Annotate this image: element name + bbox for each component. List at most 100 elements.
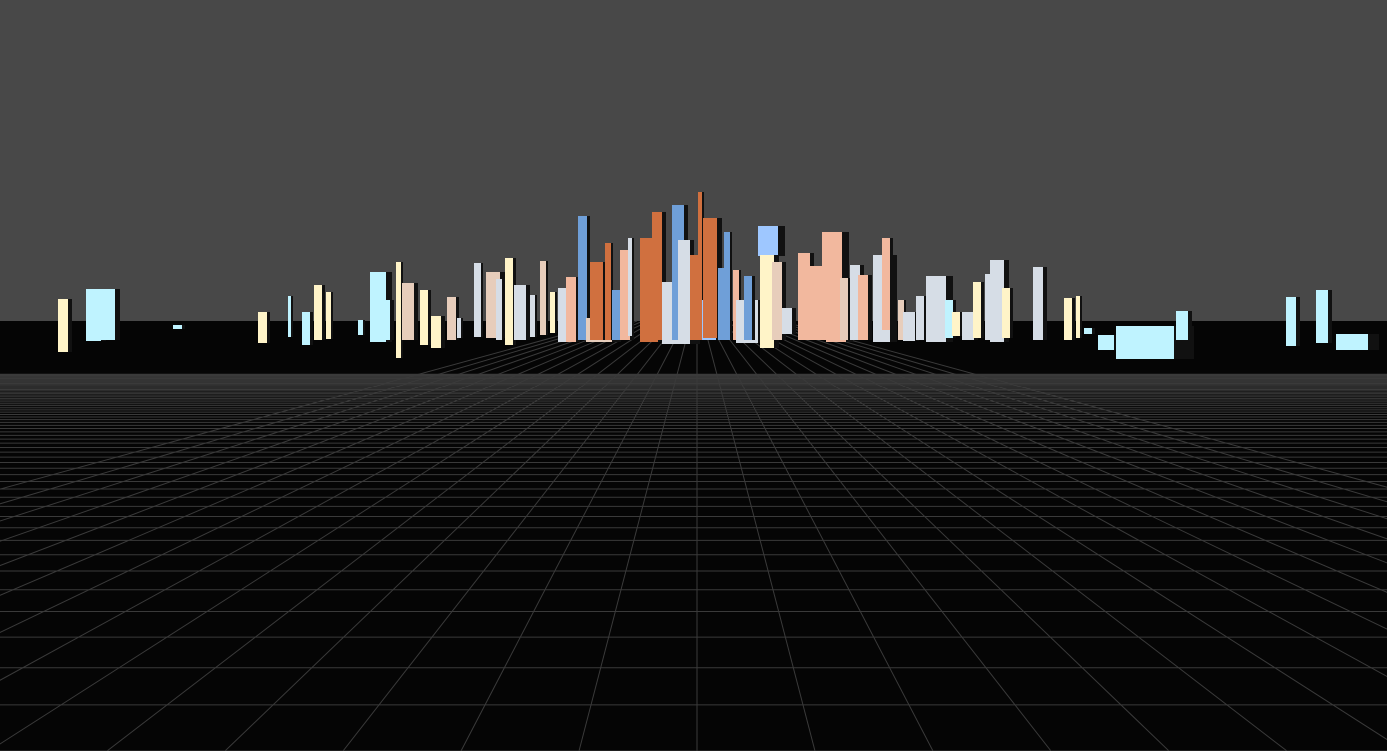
- building-shadow-side: [1080, 296, 1082, 338]
- building-face: [612, 290, 620, 340]
- building-face: [1176, 311, 1188, 340]
- building-shadow-side: [428, 290, 431, 345]
- building-face: [605, 243, 611, 340]
- building-face: [926, 276, 946, 342]
- building: [530, 295, 537, 337]
- building-face: [1336, 334, 1368, 350]
- building: [457, 318, 463, 338]
- building: [882, 238, 893, 340]
- building: [540, 261, 548, 335]
- building-face: [380, 300, 390, 340]
- building-face: [550, 292, 555, 333]
- building: [514, 285, 530, 340]
- building: [1286, 297, 1300, 346]
- building-shadow-side: [555, 292, 557, 333]
- building: [402, 283, 418, 340]
- building-face: [724, 232, 730, 340]
- building: [628, 238, 634, 336]
- building: [1076, 296, 1082, 338]
- city-scene: [0, 192, 1387, 751]
- building-face: [566, 277, 576, 342]
- building: [431, 316, 445, 348]
- building-shadow-side: [1072, 298, 1075, 340]
- building-face: [652, 212, 662, 340]
- building: [605, 243, 613, 340]
- building-face: [962, 312, 974, 340]
- building-shadow-side: [291, 296, 293, 337]
- building-shadow-side: [890, 330, 894, 342]
- building: [288, 296, 293, 337]
- building-shadow-side: [310, 312, 313, 345]
- building-face: [431, 316, 441, 348]
- building-face: [678, 240, 690, 340]
- building-face: [1316, 290, 1328, 343]
- building-shadow-side: [322, 285, 325, 340]
- building: [474, 263, 483, 337]
- building: [380, 300, 394, 340]
- building-shadow-side: [730, 232, 732, 340]
- building: [566, 277, 580, 342]
- buildings: [58, 192, 1379, 359]
- building-face: [474, 263, 481, 337]
- building-face: [1116, 326, 1174, 359]
- building-face: [578, 216, 587, 340]
- building-shadow-side: [868, 275, 872, 340]
- building-shadow-side: [1328, 290, 1332, 343]
- building-shadow-side: [267, 312, 270, 343]
- building-shadow-side: [390, 300, 394, 340]
- building-shadow-side: [1092, 328, 1095, 334]
- building-face: [782, 308, 792, 334]
- building-shadow-side: [535, 295, 537, 337]
- building-face: [858, 275, 868, 340]
- building-face: [1002, 288, 1010, 338]
- building-face: [952, 312, 960, 336]
- building-face: [540, 261, 546, 335]
- building-face: [358, 320, 363, 335]
- building: [1064, 298, 1075, 340]
- ground-grid: [0, 320, 1387, 751]
- building-face: [744, 276, 752, 340]
- building-shadow-side: [981, 282, 984, 338]
- building: [314, 285, 325, 340]
- building-face: [760, 255, 774, 348]
- building-face: [173, 325, 182, 329]
- building: [973, 282, 984, 338]
- building-shadow-side: [546, 261, 548, 335]
- building: [724, 232, 732, 340]
- building: [952, 312, 963, 336]
- building-shadow-side: [632, 238, 634, 336]
- building-face: [58, 299, 68, 352]
- building-shadow-side: [778, 226, 785, 256]
- building-face: [880, 330, 890, 342]
- building: [782, 308, 796, 334]
- building-face: [758, 226, 778, 256]
- building-face: [288, 296, 291, 337]
- building: [420, 290, 431, 345]
- building: [101, 289, 120, 340]
- building: [880, 330, 894, 342]
- building-shadow-side: [1010, 288, 1013, 338]
- building-face: [1064, 298, 1072, 340]
- building-face: [973, 282, 981, 338]
- building-face: [314, 285, 322, 340]
- building-face: [772, 262, 782, 340]
- building-face: [840, 278, 848, 340]
- building-face: [1084, 328, 1092, 334]
- building: [1316, 290, 1332, 343]
- building-face: [505, 258, 513, 345]
- building-face: [1098, 335, 1114, 350]
- building-face: [402, 283, 414, 340]
- building: [1336, 334, 1379, 350]
- building-face: [698, 192, 702, 338]
- building: [302, 312, 313, 345]
- building-face: [496, 279, 502, 340]
- building-face: [945, 300, 953, 338]
- building-shadow-side: [68, 299, 72, 352]
- building-shadow-side: [526, 285, 530, 340]
- city-viewport[interactable]: [0, 0, 1387, 751]
- building: [173, 325, 185, 329]
- building: [758, 226, 785, 256]
- building: [1176, 311, 1192, 340]
- building-shadow-side: [1296, 297, 1300, 346]
- building-face: [1033, 267, 1043, 340]
